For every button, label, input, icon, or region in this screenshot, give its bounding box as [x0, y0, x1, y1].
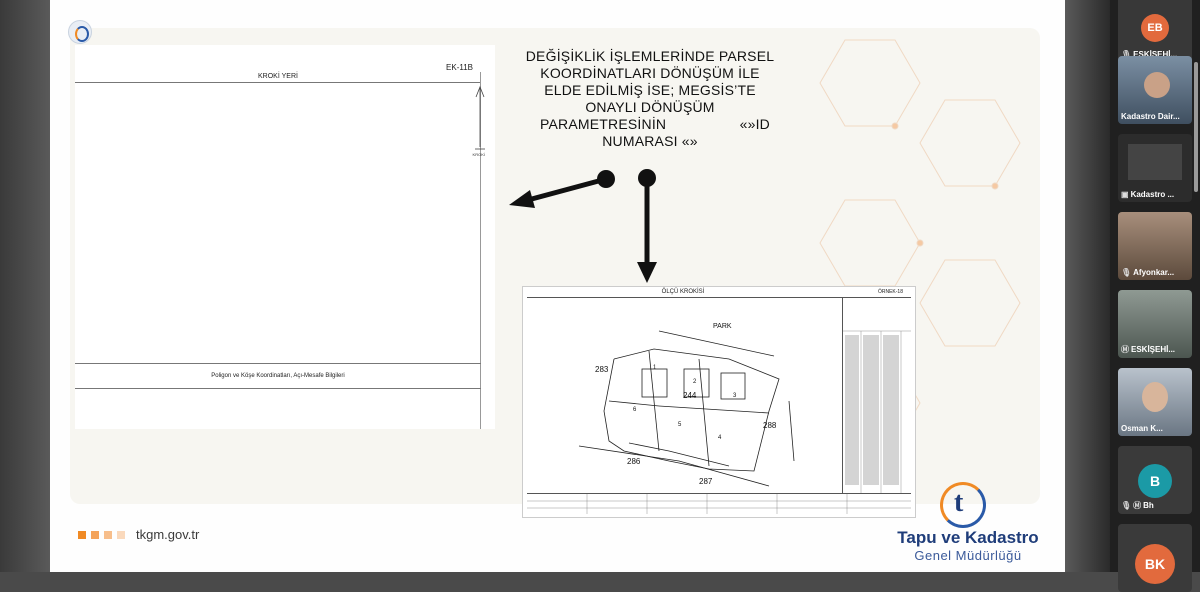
label-6: 6	[633, 407, 637, 413]
participant-tile[interactable]: BK	[1118, 524, 1192, 592]
avatar: EB	[1141, 14, 1169, 42]
label-287: 287	[699, 477, 713, 486]
sidebar-scrollbar[interactable]	[1194, 62, 1198, 192]
presentation-slide: EK-11B KROKİ YERİ KROKİ Poligon ve Köşe …	[50, 0, 1065, 572]
label-3: 3	[733, 393, 737, 399]
mic-muted-icon: 🎙	[1121, 501, 1132, 510]
dot	[78, 531, 86, 539]
participant-label: ▣ Kadastro ...	[1121, 190, 1189, 199]
footer-dots	[78, 531, 125, 539]
participant-label: 🎙 Afyonkar...	[1121, 268, 1189, 277]
participant-label: 🎙 Ⓜ Bh	[1121, 500, 1189, 511]
brand-line-1: Tapu ve Kadastro	[897, 528, 1039, 547]
dot	[104, 531, 112, 539]
olcu-krokisi-form: ÖLÇÜ KROKİSİ ÖRNEK-18 PARK 283 286 287 2…	[522, 286, 916, 518]
participant-tile[interactable]: ▣ Kadastro ...	[1118, 134, 1192, 202]
participant-name: Kadastro Dair...	[1121, 112, 1180, 121]
screen-share-preview	[1128, 144, 1182, 180]
participant-label: Kadastro Dair...	[1121, 112, 1189, 121]
m-badge-icon: Ⓜ	[1121, 345, 1129, 354]
mic-muted-icon: 🎙	[1121, 268, 1132, 277]
participant-tile[interactable]: Osman K...	[1118, 368, 1192, 436]
participant-tile[interactable]: B 🎙 Ⓜ Bh	[1118, 446, 1192, 514]
label-5: 5	[678, 422, 682, 428]
participant-label: Osman K...	[1121, 424, 1189, 433]
participant-tile[interactable]: Kadastro Dair...	[1118, 56, 1192, 124]
arrow-left	[509, 170, 615, 208]
label-2: 2	[693, 379, 697, 385]
olcu-signature-block	[527, 493, 911, 514]
participant-video	[1144, 72, 1170, 98]
ornek-code: ÖRNEK-18	[877, 289, 903, 295]
label-4: 4	[718, 435, 722, 441]
olcu-title: ÖLÇÜ KROKİSİ	[661, 289, 705, 295]
m-badge-icon: Ⓜ	[1133, 501, 1142, 510]
dot	[117, 531, 125, 539]
participant-name: ESKİŞEHİ...	[1131, 345, 1176, 354]
footer-url: tkgm.gov.tr	[136, 527, 200, 542]
participant-name: Afyonkar...	[1133, 268, 1175, 277]
label-1: 1	[653, 365, 657, 371]
coordinate-table	[842, 297, 911, 493]
brand-line-2: Genel Müdürlüğü	[914, 548, 1022, 563]
brand-block: Tapu ve Kadastro Genel Müdürlüğü	[888, 480, 1048, 563]
right-margin	[1065, 0, 1110, 572]
label-244: 244	[683, 391, 697, 400]
participant-name: Bh	[1143, 501, 1154, 510]
avatar: B	[1138, 464, 1172, 498]
label-283: 283	[595, 365, 609, 374]
avatar: BK	[1135, 544, 1175, 584]
screen-icon: ▣	[1121, 190, 1129, 199]
participant-tile[interactable]: Ⓜ ESKİŞEHİ...	[1118, 290, 1192, 358]
label-286: 286	[627, 457, 641, 466]
participants-sidebar[interactable]: EB 🎙 ESKİŞEHİ... Kadastro Dair... ▣ Kadast…	[1110, 0, 1200, 592]
signature-grid	[527, 494, 911, 514]
participant-tile[interactable]: EB 🎙 ESKİŞEHİ...	[1118, 0, 1192, 62]
participant-label: Ⓜ ESKİŞEHİ...	[1121, 344, 1189, 355]
label-288: 288	[763, 421, 777, 430]
left-margin	[0, 0, 50, 572]
participant-name: Osman K...	[1121, 424, 1163, 433]
arrow-down	[637, 169, 657, 283]
dot	[91, 531, 99, 539]
participant-tile[interactable]: 🎙 Afyonkar...	[1118, 212, 1192, 280]
participant-name: Kadastro ...	[1130, 190, 1175, 199]
participant-video	[1142, 382, 1168, 412]
label-park: PARK	[713, 323, 732, 330]
